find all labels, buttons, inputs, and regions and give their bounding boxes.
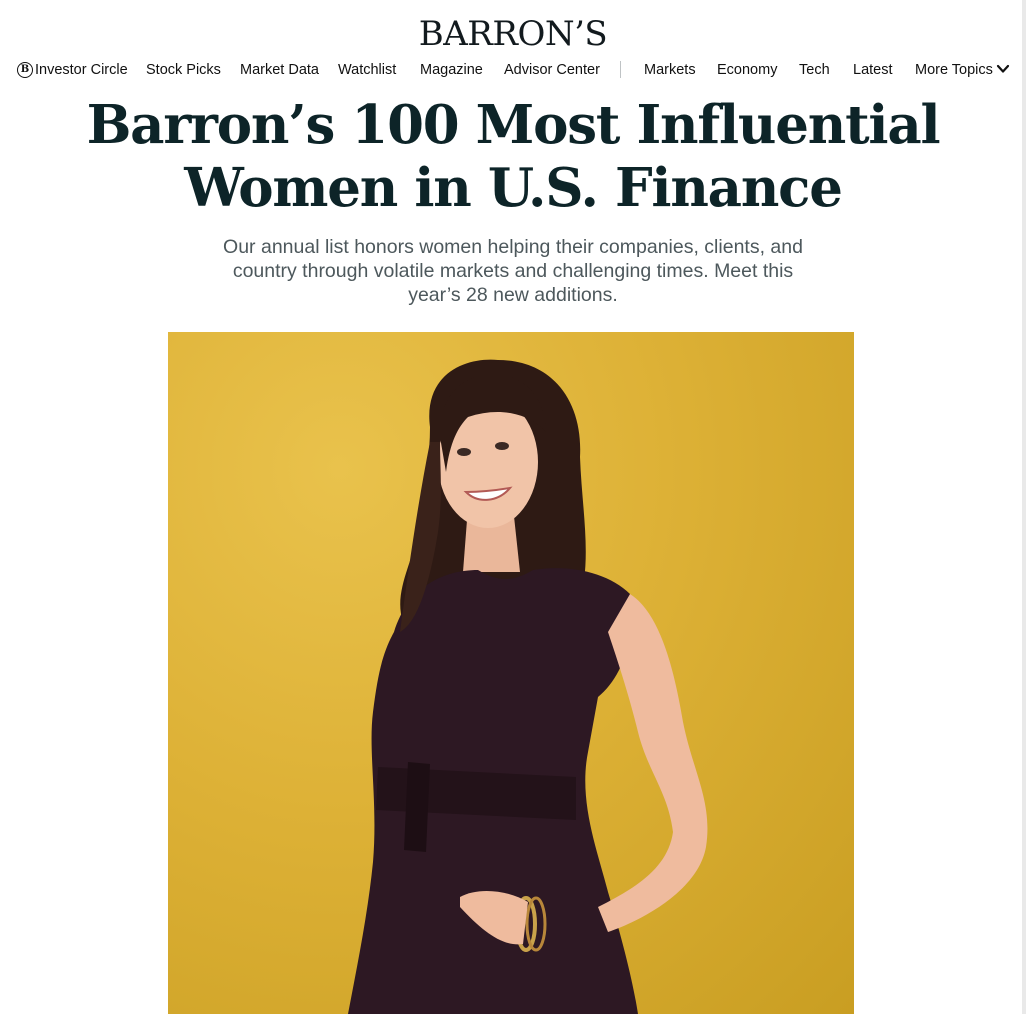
top-nav: B Investor Circle Stock Picks Market Dat… bbox=[0, 56, 1026, 84]
dek-line-3: year’s 28 new additions. bbox=[408, 284, 618, 306]
page-scrollbar[interactable] bbox=[1022, 0, 1026, 1014]
barrons-logo[interactable]: BARRON’S bbox=[0, 14, 1026, 54]
hero-portrait-image bbox=[168, 332, 854, 1014]
nav-investor-circle[interactable]: Investor Circle bbox=[35, 60, 128, 80]
nav-latest[interactable]: Latest bbox=[853, 60, 893, 80]
portrait-illustration bbox=[348, 359, 708, 1014]
headline-line-1: Barron’s 100 Most Influential bbox=[86, 94, 941, 156]
nav-tech[interactable]: Tech bbox=[799, 60, 830, 80]
article-dek: Our annual list honors women helping the… bbox=[200, 235, 826, 307]
nav-markets[interactable]: Markets bbox=[644, 60, 696, 80]
headline-line-2: Women in U.S. Finance bbox=[184, 157, 843, 219]
barrons-b-circle-icon[interactable]: B bbox=[17, 62, 33, 78]
dek-line-2: country through volatile markets and cha… bbox=[232, 260, 794, 282]
nav-divider bbox=[620, 61, 621, 78]
dek-line-1: Our annual list honors women helping the… bbox=[223, 236, 803, 258]
article-headline: Barron’s 100 Most Influential Women in U… bbox=[0, 94, 1026, 220]
nav-economy[interactable]: Economy bbox=[717, 60, 777, 80]
chevron-down-icon[interactable] bbox=[996, 63, 1010, 75]
nav-stock-picks[interactable]: Stock Picks bbox=[146, 60, 221, 80]
nav-market-data[interactable]: Market Data bbox=[240, 60, 319, 80]
masthead: BARRON’S bbox=[0, 0, 1026, 56]
nav-magazine[interactable]: Magazine bbox=[420, 60, 483, 80]
nav-watchlist[interactable]: Watchlist bbox=[338, 60, 396, 80]
nav-advisor-center[interactable]: Advisor Center bbox=[504, 60, 600, 80]
nav-more-topics[interactable]: More Topics bbox=[915, 60, 993, 80]
